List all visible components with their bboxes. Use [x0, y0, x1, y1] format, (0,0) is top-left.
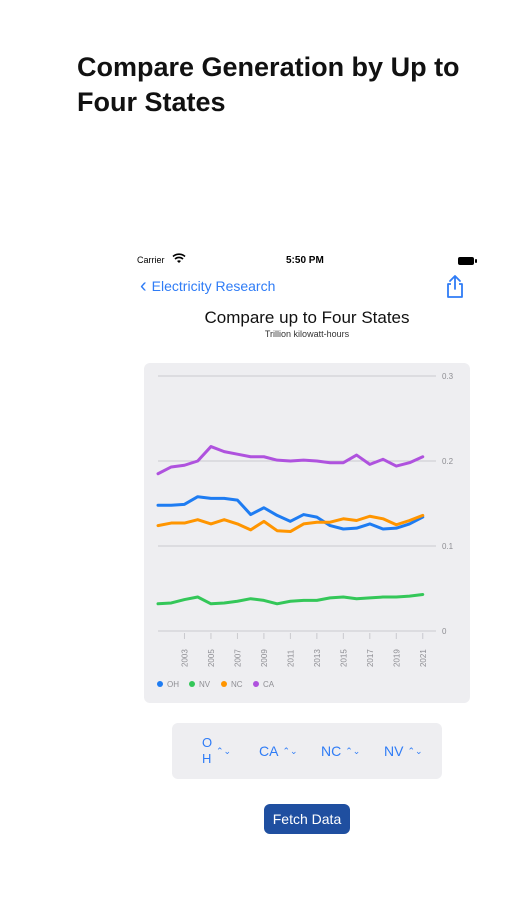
chevron-left-icon: ‹ — [140, 275, 147, 297]
chart-subtitle: Trillion kilowatt-hours — [264, 329, 350, 339]
state-picker-2-label: CA — [259, 743, 279, 759]
wifi-icon — [172, 253, 186, 267]
state-picker-1-label: OH — [202, 735, 213, 766]
battery-icon — [458, 257, 477, 265]
legend-marker-nv — [189, 681, 195, 687]
y-tick-label: 0.3 — [442, 372, 454, 381]
state-pickers: OH ⌃⌄ CA ⌃⌄ NC ⌃⌄ NV ⌃⌄ — [172, 723, 442, 779]
chevron-up-down-icon: ⌃⌄ — [282, 745, 298, 756]
y-tick-label: 0.2 — [442, 457, 454, 466]
x-tick-label: 2009 — [260, 649, 269, 667]
series-line-nv — [156, 592, 425, 606]
series-line-ca — [156, 445, 425, 476]
chevron-up-down-icon: ⌃⌄ — [345, 745, 361, 756]
x-tick-label: 2007 — [233, 649, 242, 667]
x-tick-label: 2017 — [366, 649, 375, 667]
chart-title: Compare up to Four States — [204, 308, 410, 327]
state-picker-2[interactable]: CA ⌃⌄ — [259, 733, 298, 769]
series-line-oh — [156, 495, 425, 531]
state-picker-4[interactable]: NV ⌃⌄ — [384, 733, 423, 769]
headline: Compare Generation by Up to Four States — [77, 52, 460, 117]
state-picker-4-label: NV — [384, 743, 404, 759]
y-tick-label: 0.1 — [442, 542, 454, 551]
legend-marker-oh — [157, 681, 163, 687]
status-bar: Carrier 5:50 PM — [130, 253, 480, 269]
carrier-label: Carrier — [137, 255, 165, 265]
legend-label-nv: NV — [199, 680, 211, 689]
state-picker-3[interactable]: NC ⌃⌄ — [321, 733, 360, 769]
legend-label-ca: CA — [263, 680, 275, 689]
share-icon[interactable] — [443, 274, 467, 300]
navigation-bar: ‹ Electricity Research — [130, 274, 480, 300]
y-tick-label: 0 — [442, 627, 447, 636]
phone-screen: Carrier 5:50 PM ‹ Electricity Research C… — [130, 248, 480, 868]
state-picker-1[interactable]: OH ⌃⌄ — [202, 733, 231, 769]
x-tick-label: 2021 — [419, 649, 428, 667]
x-tick-label: 2005 — [207, 649, 216, 667]
x-tick-label: 2015 — [339, 649, 348, 667]
x-tick-label: 2019 — [392, 649, 401, 667]
x-tick-label: 2003 — [180, 649, 189, 667]
back-button[interactable]: ‹ Electricity Research — [140, 276, 275, 296]
line-chart: 0 0.1 0.2 0.3 2003 2005 2007 2009 2011 2013 2015 20… — [156, 372, 454, 689]
legend-label-oh: OH — [167, 680, 179, 689]
chevron-up-down-icon: ⌃⌄ — [216, 745, 232, 756]
status-time: 5:50 PM — [286, 255, 324, 266]
back-button-label: Electricity Research — [151, 278, 276, 294]
fetch-data-button[interactable]: Fetch Data — [264, 804, 350, 834]
state-picker-3-label: NC — [321, 743, 342, 759]
x-tick-label: 2011 — [286, 649, 295, 667]
chart-card: 0 0.1 0.2 0.3 2003 2005 2007 2009 2011 2013 2015 20… — [144, 363, 470, 703]
chevron-up-down-icon: ⌃⌄ — [407, 745, 423, 756]
x-tick-label: 2013 — [313, 649, 322, 667]
legend-marker-nc — [221, 681, 227, 687]
legend-marker-ca — [253, 681, 259, 687]
legend-label-nc: NC — [231, 680, 243, 689]
